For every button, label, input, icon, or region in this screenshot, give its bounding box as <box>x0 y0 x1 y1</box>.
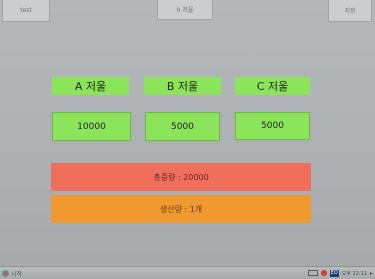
production-count-display: 생산량 : 1개 <box>51 195 311 223</box>
scale-b-value[interactable]: 5000 <box>145 112 220 141</box>
tray-arrow-icon[interactable]: ▸ <box>370 270 373 277</box>
start-label: 시작 <box>11 270 23 278</box>
clock-text: 오후 12:11 <box>341 270 367 277</box>
zero-scale-button[interactable]: 0 저울 <box>157 0 213 20</box>
scale-a-label: A 저울 <box>52 77 129 95</box>
scale-c-label: C 저울 <box>235 77 310 95</box>
save-button[interactable]: 저장 <box>328 0 372 22</box>
keyboard-icon[interactable] <box>307 270 318 276</box>
test-button[interactable]: test <box>2 0 50 22</box>
total-weight-display: 총중량 : 20000 <box>51 163 311 191</box>
taskbar: 시작 EO 오후 12:11 ▸ <box>0 266 375 279</box>
scale-control-screen: test 0 저울 저장 A 저울 B 저울 C 저울 10000 5000 5… <box>0 0 375 279</box>
start-button[interactable]: 시작 <box>2 268 22 278</box>
flag-icon[interactable] <box>320 270 327 276</box>
scale-b-label: B 저울 <box>144 77 221 95</box>
system-tray: EO 오후 12:11 ▸ <box>307 268 373 278</box>
input-language-badge[interactable]: EO <box>329 269 339 277</box>
scale-a-value[interactable]: 10000 <box>52 112 131 141</box>
windows-start-icon <box>2 269 9 277</box>
scale-c-value[interactable]: 5000 <box>235 112 310 140</box>
